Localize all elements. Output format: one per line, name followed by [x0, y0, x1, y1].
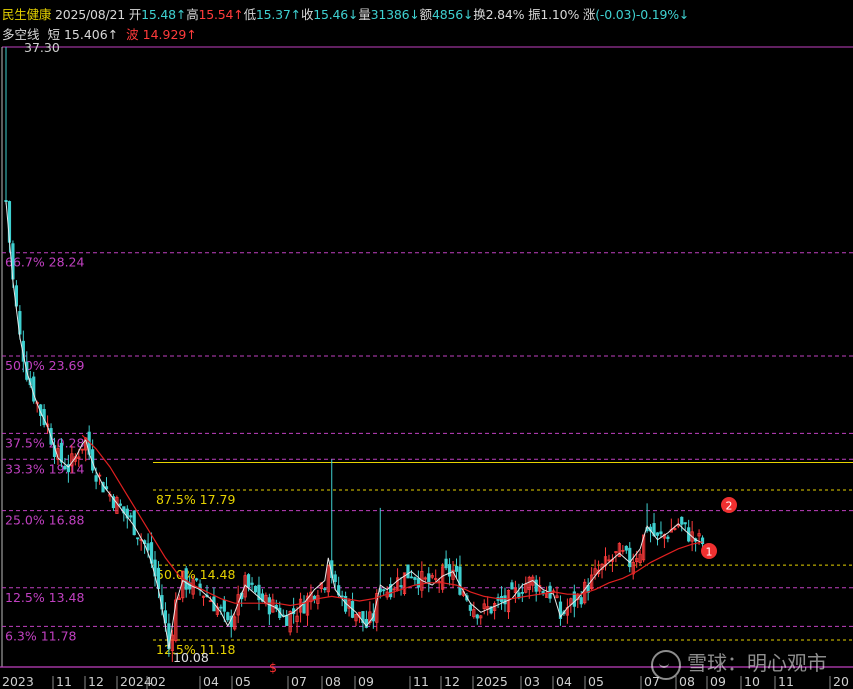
marker-badge-label: 2 [726, 500, 733, 513]
candle-body [510, 582, 514, 590]
candle-body [285, 614, 289, 626]
candle-body [146, 543, 150, 551]
fib-level-label: 37.5% 20.28 [5, 435, 85, 450]
x-axis-label: 2025 [476, 674, 508, 689]
candle-body [406, 564, 410, 579]
candle-body [132, 510, 136, 536]
candle-body [416, 578, 420, 588]
candle-body [579, 597, 583, 605]
fib-level-label: 66.7% 28.24 [5, 255, 85, 270]
candle-body [323, 588, 327, 591]
candle-body [136, 537, 140, 540]
candle-body [475, 614, 479, 619]
fib-level-label: 33.3% 19.14 [5, 461, 85, 476]
candle-body [267, 597, 271, 615]
x-axis-label: 2023 [2, 674, 34, 689]
x-axis-label: 11 [56, 674, 72, 689]
candle-body [534, 579, 538, 592]
candle-body [184, 568, 188, 590]
candle-body [458, 566, 462, 595]
candle-body [503, 595, 507, 605]
x-axis-label: 02 [150, 674, 166, 689]
x-axis-label: 05 [235, 674, 251, 689]
candle-body [655, 532, 660, 536]
candle-body [666, 536, 670, 539]
short-line [5, 201, 703, 649]
candle-body [129, 515, 133, 518]
candle-body [680, 516, 684, 525]
fib-level-label: 6.3% 11.78 [5, 628, 77, 643]
candle-body [399, 585, 403, 587]
candle-body [447, 564, 452, 577]
candle-body [250, 582, 254, 585]
candle-body [468, 604, 472, 611]
candle-body [444, 558, 448, 569]
x-axis-label: 11 [413, 674, 429, 689]
y-top-label: 37.30 [24, 40, 60, 55]
candle-body [409, 576, 414, 579]
candle-body [659, 531, 663, 535]
bottom-marker: $ [269, 660, 277, 675]
candle-body [382, 589, 386, 592]
fib-level-label: 25.0% 16.88 [5, 513, 85, 528]
candle-body [628, 547, 632, 568]
x-axis-label: 08 [325, 674, 341, 689]
x-axis-label: 04 [203, 674, 219, 689]
candle-body [624, 545, 628, 551]
candle-body [194, 578, 199, 581]
candle-body [520, 591, 524, 594]
x-axis-label: 20 [833, 674, 849, 689]
candle-body [59, 442, 64, 463]
marker-badge-label: 1 [706, 546, 713, 559]
fib-level-label: 50.0% 23.69 [5, 358, 85, 373]
candle-body [683, 522, 687, 525]
watermark: 雪球：明心观市 [651, 647, 827, 680]
sub-fib-label: 87.5% 17.79 [156, 492, 236, 507]
candle-body [226, 612, 230, 621]
candle-body [333, 574, 337, 583]
candle-body [118, 503, 122, 506]
x-axis-label: 12 [88, 674, 104, 689]
candle-body [94, 475, 98, 482]
candle-body [454, 565, 459, 572]
x-axis-label: 09 [358, 674, 374, 689]
candle-body [219, 606, 223, 609]
x-axis-label: 04 [556, 674, 572, 689]
watermark-text: 雪球：明心观市 [687, 651, 827, 675]
y-low-label: 10.08 [173, 650, 209, 665]
kline-chart[interactable]: 37.30 66.7% 28.24 50.0% 23.69 37.5% 20.28 33… [0, 0, 853, 689]
x-axis-label: 07 [291, 674, 307, 689]
candle-body [246, 574, 251, 588]
x-axis-label: 05 [588, 674, 604, 689]
x-axis-label: 12 [444, 674, 460, 689]
candle-body [253, 585, 258, 593]
candle-body [413, 577, 417, 580]
fib-level-label: 12.5% 13.48 [5, 590, 85, 605]
candle-body [63, 466, 67, 470]
snowball-logo-icon [651, 649, 681, 680]
x-axis-label: 03 [524, 674, 540, 689]
candle-body [222, 600, 226, 612]
candle-body [427, 573, 431, 584]
